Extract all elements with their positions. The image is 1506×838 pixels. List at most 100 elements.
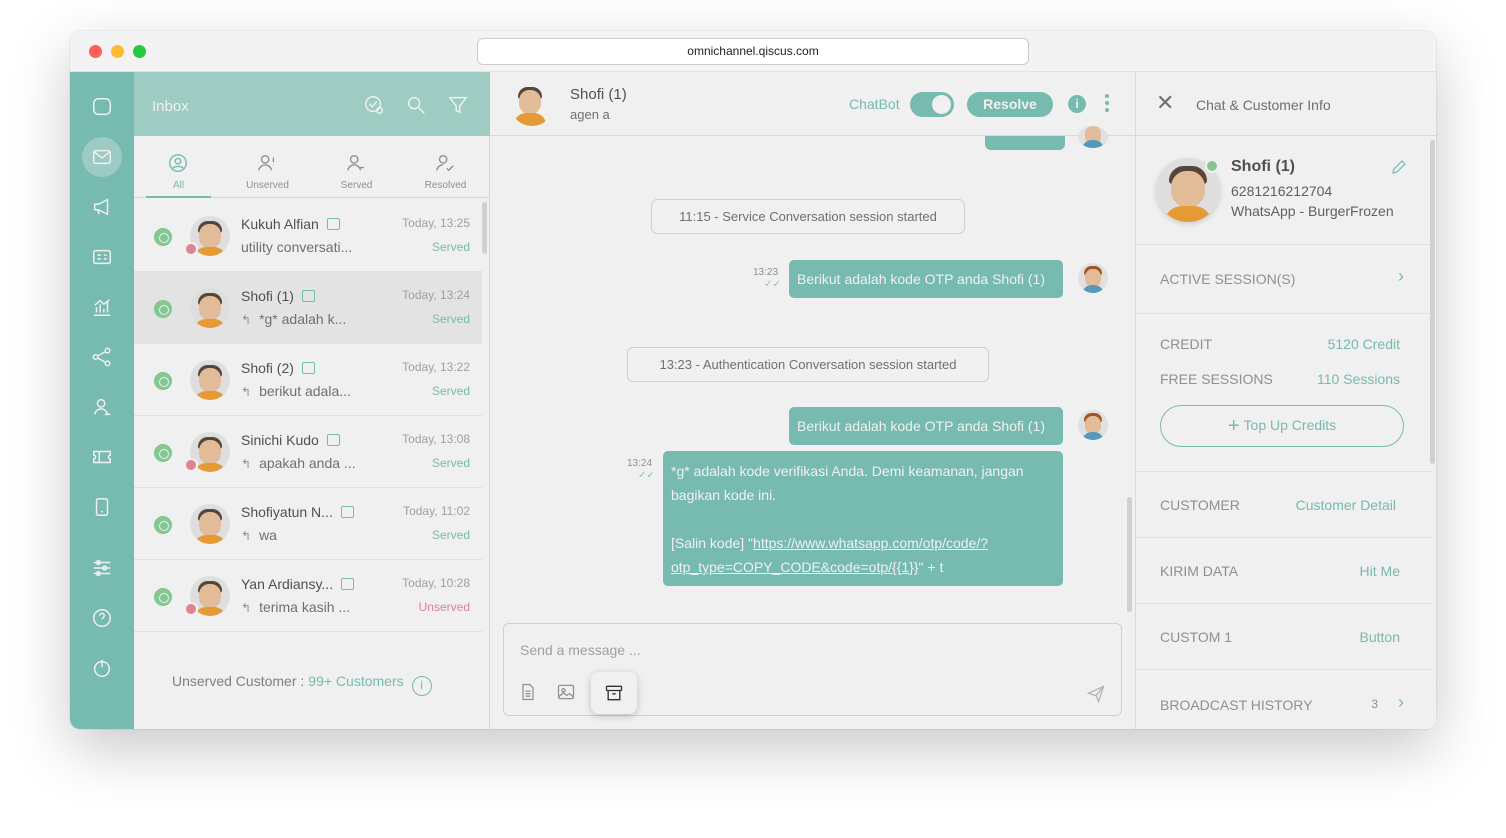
- reply-icon: ↰: [241, 457, 252, 471]
- conversation-time: Today, 10:28: [402, 576, 470, 590]
- broadcast-history-label: BROADCAST HISTORY: [1160, 697, 1313, 713]
- user-chat-icon: [347, 154, 365, 171]
- tab-label: Resolved: [424, 180, 467, 191]
- nav-contacts[interactable]: [82, 237, 122, 277]
- attach-document-button[interactable]: [518, 682, 540, 704]
- whatsapp-icon: [154, 228, 172, 246]
- ticket-icon: [93, 450, 111, 464]
- tab-label: All: [172, 180, 185, 191]
- otp-link[interactable]: https://www.whatsapp.com/otp/code/?: [753, 535, 988, 551]
- maximize-window-button[interactable]: [133, 45, 146, 58]
- bot-icon: [326, 434, 340, 446]
- message-preview: *g* adalah k...: [259, 311, 347, 327]
- chatbot-label: ChatBot: [849, 96, 900, 112]
- broadcast-count: 3: [1371, 697, 1378, 711]
- conversation-time: Today, 13:22: [402, 360, 470, 374]
- send-button[interactable]: [1086, 684, 1106, 704]
- nav-broadcast[interactable]: [82, 187, 122, 227]
- resolve-button[interactable]: Resolve: [967, 92, 1053, 117]
- customer-row: CUSTOMER Customer Detail: [1136, 472, 1432, 538]
- customer-phone: 6281216212704: [1231, 183, 1333, 199]
- mobile-icon: [95, 498, 109, 516]
- nav-inbox[interactable]: [82, 137, 122, 177]
- active-sessions-label: ACTIVE SESSION(S): [1160, 271, 1296, 287]
- chevron-right-icon[interactable]: ›: [1398, 266, 1404, 287]
- customer-detail-link[interactable]: Customer Detail: [1296, 497, 1396, 513]
- contact-name: Sinichi Kudo: [241, 432, 319, 448]
- hit-me-button[interactable]: Hit Me: [1360, 563, 1400, 579]
- nav-settings[interactable]: [82, 548, 122, 588]
- template-button[interactable]: [591, 672, 637, 714]
- tab-unserved[interactable]: Unserved: [223, 136, 312, 198]
- conversation-row[interactable]: Kukuh Alfian utility conversati... Today, …: [134, 200, 482, 272]
- minimize-window-button[interactable]: [111, 45, 124, 58]
- pencil-icon: [1392, 160, 1406, 174]
- whatsapp-icon: [154, 516, 172, 534]
- close-window-button[interactable]: [89, 45, 102, 58]
- conversation-row[interactable]: Shofi (1) ↰ *g* adalah k... Today, 13:24 Ser…: [134, 272, 482, 344]
- message-time: 13:24: [627, 458, 653, 469]
- panel-scrollbar[interactable]: [1430, 140, 1435, 464]
- nav-chat[interactable]: [82, 87, 122, 127]
- nav-integration[interactable]: [82, 337, 122, 377]
- conversation-row[interactable]: Shofi (2) ↰ berikut adala... Today, 13:22 Se…: [134, 344, 482, 416]
- close-icon[interactable]: ✕: [1156, 92, 1174, 114]
- message-text: bagikan kode ini.: [671, 487, 777, 503]
- custom-1-button[interactable]: Button: [1360, 629, 1400, 645]
- whatsapp-icon: [154, 372, 172, 390]
- nav-analytics[interactable]: [82, 287, 122, 327]
- nav-agents[interactable]: [82, 387, 122, 427]
- active-sessions-row[interactable]: ACTIVE SESSION(S) ›: [1136, 244, 1432, 314]
- status-badge: Served: [431, 240, 470, 254]
- chatbot-toggle[interactable]: [910, 92, 954, 117]
- more-options-icon[interactable]: [1104, 94, 1110, 114]
- edit-button[interactable]: [1390, 158, 1408, 176]
- broadcast-history-row[interactable]: BROADCAST HISTORY 3 ›: [1136, 670, 1432, 729]
- chat-bubble-icon: [93, 98, 111, 116]
- nav-logout[interactable]: [82, 648, 122, 688]
- credit-label: CREDIT: [1160, 336, 1213, 352]
- info-icon[interactable]: i: [411, 676, 432, 696]
- nav-mobile[interactable]: [82, 487, 122, 527]
- address-bar[interactable]: omnichannel.qiscus.com: [477, 38, 1029, 65]
- agent-avatar: [1078, 126, 1108, 148]
- priority-badge-icon: [184, 458, 198, 472]
- message-preview: wa: [259, 527, 277, 543]
- unserved-count[interactable]: 99+ Customers: [308, 673, 403, 689]
- tab-served[interactable]: Served: [312, 136, 401, 198]
- priority-badge-icon: [184, 602, 198, 616]
- conversation-row[interactable]: Sinichi Kudo ↰ apakah anda ... Today, 13:08…: [134, 416, 482, 488]
- search-button[interactable]: [405, 94, 427, 116]
- filter-button[interactable]: [447, 94, 469, 116]
- top-up-credits-button[interactable]: + Top Up Credits: [1160, 405, 1404, 447]
- conversation-row[interactable]: Yan Ardiansy... ↰ terima kasih ... Today, 1…: [134, 560, 482, 632]
- nav-tickets[interactable]: [82, 437, 122, 477]
- inbox-tabs: All Unserved Served Resolved: [134, 136, 490, 198]
- image-icon: [557, 684, 575, 700]
- credit-value: 5120 Credit: [1327, 336, 1400, 352]
- tab-resolved[interactable]: Resolved: [401, 136, 490, 198]
- check-chat-button[interactable]: [363, 94, 385, 116]
- bot-icon: [301, 290, 315, 302]
- nav-help[interactable]: [82, 598, 122, 638]
- avatar: [190, 504, 230, 544]
- conversation-row[interactable]: Shofiyatun N... ↰ wa Today, 11:02 Served: [134, 488, 482, 560]
- tab-all[interactable]: All: [134, 136, 223, 198]
- inbox-scrollbar[interactable]: [482, 202, 487, 254]
- message-input[interactable]: Send a message ...: [520, 642, 641, 658]
- contact-card-icon: [93, 249, 111, 265]
- chevron-right-icon[interactable]: ›: [1398, 692, 1404, 713]
- bot-icon: [301, 362, 315, 374]
- info-icon[interactable]: i: [1068, 95, 1086, 113]
- bot-icon: [340, 506, 354, 518]
- otp-link[interactable]: otp_type=COPY_CODE&code=otp/{{1}}: [671, 559, 919, 575]
- user-check-icon: [436, 154, 454, 172]
- attach-image-button[interactable]: [556, 682, 578, 704]
- free-sessions-label: FREE SESSIONS: [1160, 371, 1273, 387]
- app: Inbox All Unserved Served Resolved Kukuh…: [70, 72, 1436, 729]
- status-badge: Served: [431, 528, 470, 542]
- chat-scrollbar[interactable]: [1127, 497, 1132, 612]
- message-bubble: Berikut adalah kode OTP anda Shofi (1): [789, 407, 1063, 445]
- agent-avatar: [1078, 263, 1108, 293]
- chat-header: Shofi (1) agen a ChatBot Resolve i: [490, 72, 1135, 136]
